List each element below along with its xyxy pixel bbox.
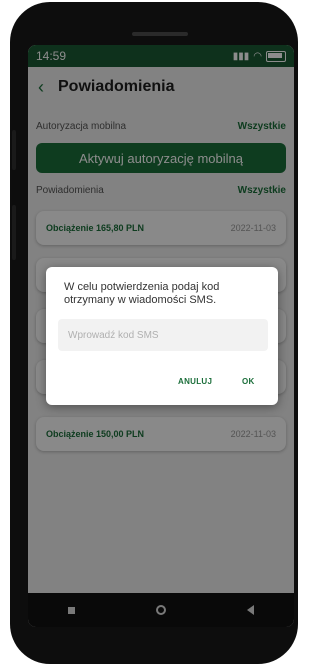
cancel-button[interactable]: ANULUJ	[178, 377, 212, 386]
sms-code-input[interactable]	[58, 319, 268, 351]
dialog-message: W celu potwierdzenia podaj kod otrzymany…	[64, 281, 220, 306]
earpiece-speaker	[132, 32, 188, 36]
ok-button[interactable]: OK	[242, 377, 255, 386]
volume-button	[12, 130, 16, 170]
volume-button	[12, 205, 16, 260]
phone-screen: 14:59 ▮▮▮ ◠ ‹ Powiadomienia Autoryzacja …	[28, 45, 294, 627]
sms-code-dialog: W celu potwierdzenia podaj kod otrzymany…	[46, 267, 278, 405]
